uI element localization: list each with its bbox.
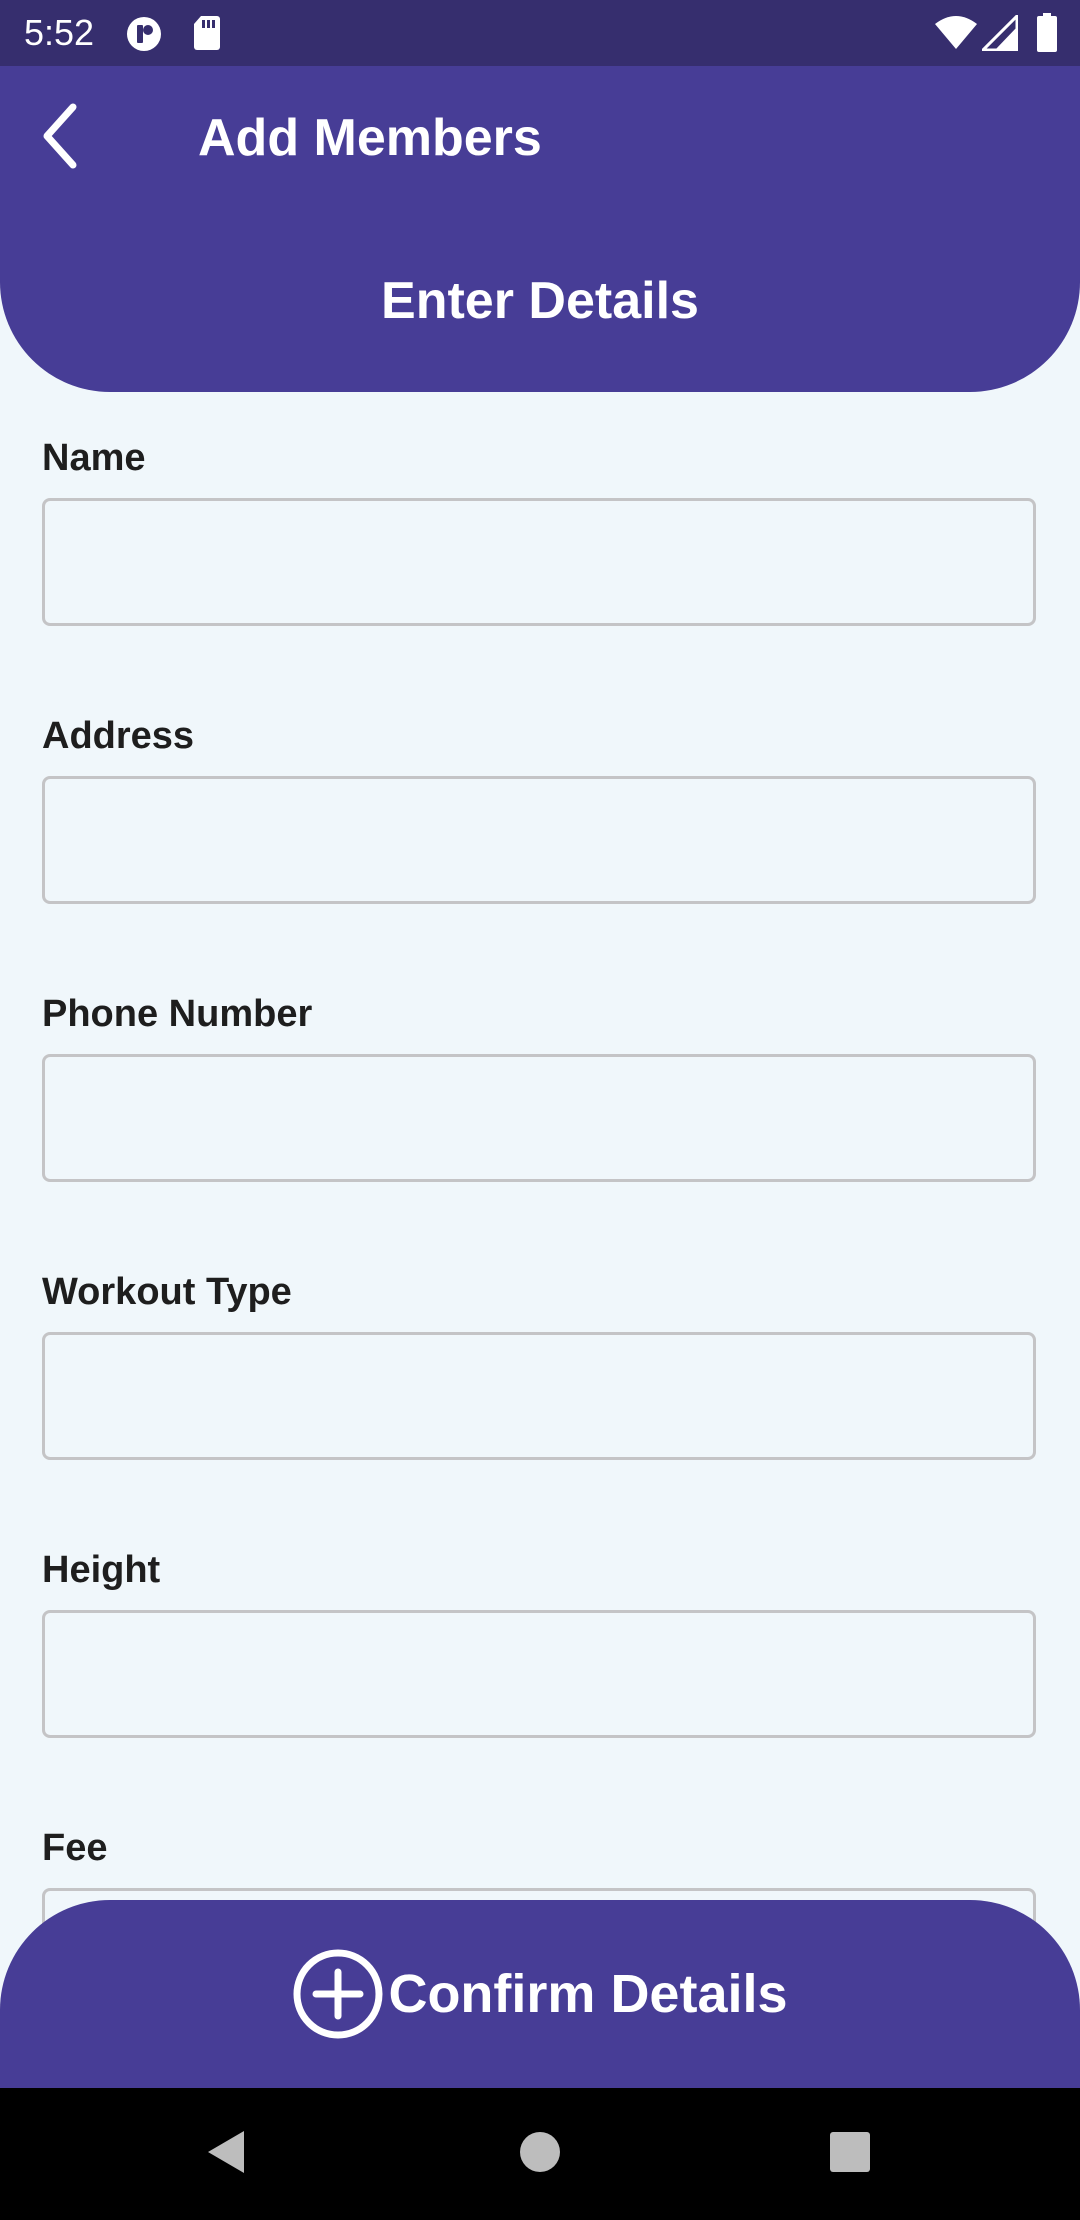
height-input[interactable] xyxy=(42,1610,1036,1738)
nav-home-button[interactable] xyxy=(500,2114,580,2194)
confirm-details-button[interactable]: Confirm Details xyxy=(0,1900,1080,2088)
section-title: Enter Details xyxy=(381,272,699,330)
address-label: Address xyxy=(42,715,195,757)
system-nav-bar xyxy=(0,2088,1080,2220)
nav-recents-button[interactable] xyxy=(810,2114,890,2194)
name-input[interactable] xyxy=(42,498,1036,626)
workout-type-label: Workout Type xyxy=(42,1271,292,1313)
wifi-icon xyxy=(934,15,978,56)
address-input[interactable] xyxy=(42,776,1036,904)
status-bar: 5:52 xyxy=(0,0,1080,66)
back-triangle-icon xyxy=(204,2128,248,2181)
confirm-details-label: Confirm Details xyxy=(388,1964,788,2024)
workout-type-input[interactable] xyxy=(42,1332,1036,1460)
chevron-left-icon xyxy=(35,101,85,176)
app-header: Add Members Enter Details xyxy=(0,66,1080,392)
fee-label: Fee xyxy=(42,1827,108,1869)
nav-back-button[interactable] xyxy=(186,2114,266,2194)
back-button[interactable] xyxy=(20,98,100,178)
battery-icon xyxy=(1036,13,1058,58)
phone-number-input[interactable] xyxy=(42,1054,1036,1182)
home-circle-icon xyxy=(519,2131,561,2178)
sd-card-icon xyxy=(193,15,221,56)
status-time: 5:52 xyxy=(24,12,95,53)
page-title: Add Members xyxy=(198,109,542,167)
recents-square-icon xyxy=(829,2131,871,2178)
add-circle-icon xyxy=(292,1948,384,2040)
height-label: Height xyxy=(42,1549,161,1591)
name-label: Name xyxy=(42,437,146,479)
notification-app-icon xyxy=(126,16,162,57)
phone-number-label: Phone Number xyxy=(42,993,313,1035)
cell-signal-icon xyxy=(979,12,1019,56)
